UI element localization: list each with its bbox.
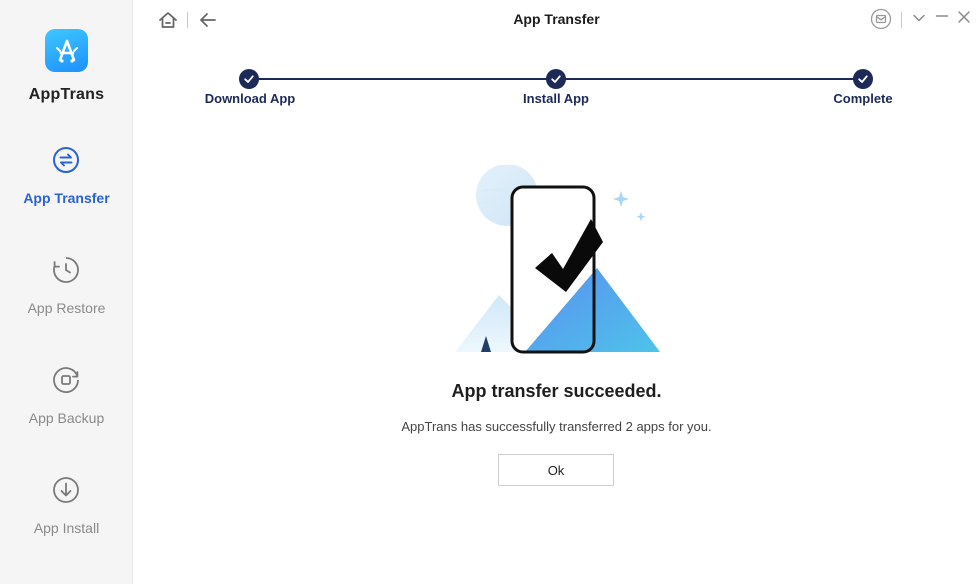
ok-button[interactable]: Ok <box>498 454 614 486</box>
step-label-complete: Complete <box>833 91 893 106</box>
app-window: AppTrans App Transfer App Restore App Ba… <box>0 0 980 584</box>
result-message: AppTrans has successfully transferred 2 … <box>401 419 712 434</box>
progress-stepper: Download App Install App Complete <box>133 68 980 118</box>
divider <box>901 12 902 28</box>
minimize-icon[interactable] <box>934 8 950 29</box>
sidebar: AppTrans App Transfer App Restore App Ba… <box>0 0 133 584</box>
backup-icon <box>52 366 80 394</box>
chevron-down-icon[interactable] <box>911 10 927 31</box>
step-check-icon <box>853 69 873 89</box>
phone-checkmark-illustration <box>455 164 665 360</box>
clock-restore-icon <box>52 256 80 284</box>
sidebar-item-label: App Restore <box>27 300 106 316</box>
sidebar-item-app-transfer[interactable]: App Transfer <box>0 146 133 236</box>
sidebar-item-label: App Backup <box>28 410 105 426</box>
step-label-install-app: Install App <box>523 91 589 106</box>
close-icon[interactable] <box>956 9 972 30</box>
sidebar-item-app-restore[interactable]: App Restore <box>0 256 133 346</box>
step-check-icon <box>546 69 566 89</box>
sidebar-item-app-backup[interactable]: App Backup <box>0 366 133 456</box>
sidebar-item-label: App Transfer <box>23 190 110 206</box>
transfer-arrows-icon <box>52 146 80 174</box>
sidebar-item-label: App Install <box>33 520 100 536</box>
step-label-download-app: Download App <box>204 91 296 106</box>
page-title: App Transfer <box>513 11 600 27</box>
sidebar-item-app-install[interactable]: App Install <box>0 476 133 566</box>
result-headline: App transfer succeeded. <box>451 381 662 401</box>
step-check-icon <box>239 69 259 89</box>
download-icon <box>52 476 80 504</box>
app-name: AppTrans <box>28 86 105 103</box>
mail-icon[interactable] <box>870 8 892 35</box>
title-bar: App Transfer <box>133 0 980 40</box>
app-store-icon <box>45 29 88 72</box>
